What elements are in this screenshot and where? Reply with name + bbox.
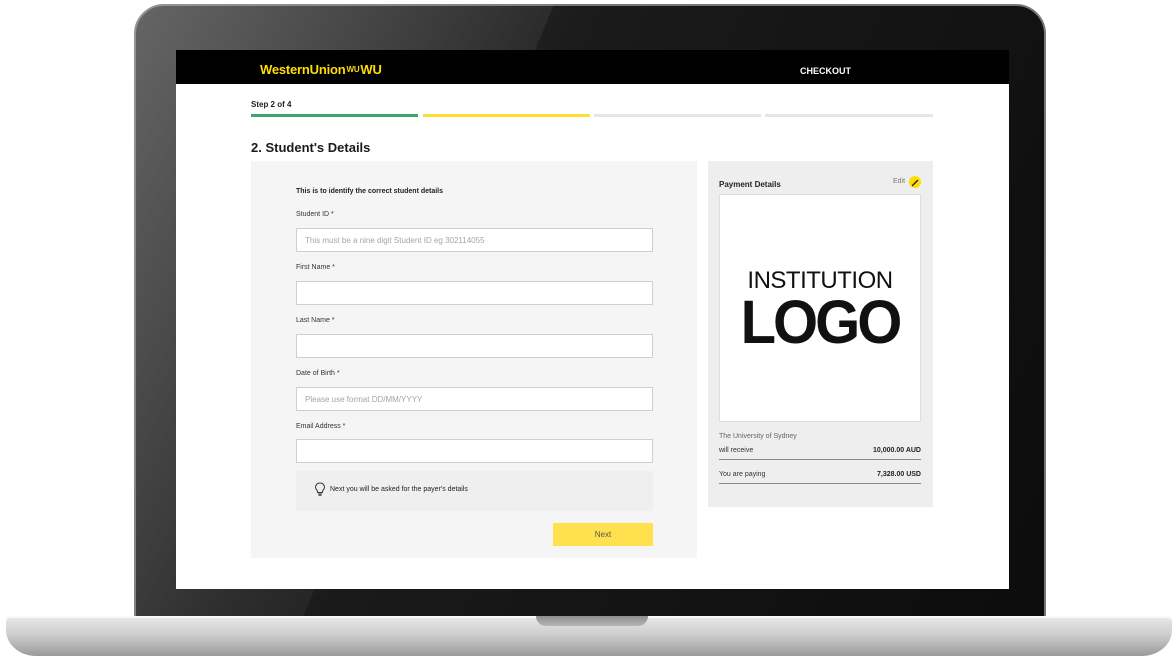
screen: WesternUnionWUWU CHECKOUT Step 2 of 4 2.… [176,50,1009,589]
email-address-label: Email Address * [296,423,346,430]
paying-amount: 7,328.00 USD [877,471,921,478]
last-name-label: Last Name * [296,317,335,324]
receive-amount: 10,000.00 AUD [873,447,921,454]
brand-text: WesternUnion [260,62,346,77]
laptop-notch [536,616,648,626]
form-intro: This is to identify the correct student … [296,188,444,195]
date-of-birth-input[interactable] [296,387,653,411]
progress-segment-1 [251,114,418,117]
brand-mark: WU [346,65,360,74]
divider [719,459,921,460]
pencil-icon[interactable] [909,176,921,188]
edit-link[interactable]: Edit [893,178,905,185]
lightbulb-icon [314,482,326,496]
date-of-birth-label: Date of Birth * [296,370,340,377]
checkout-title: CHECKOUT [800,66,851,76]
western-union-logo[interactable]: WesternUnionWUWU [260,62,382,77]
next-step-hint: Next you will be asked for the payer's d… [296,471,653,511]
progress-segment-3 [594,114,761,117]
progress-segment-2 [423,114,590,117]
payment-details-title: Payment Details [719,180,781,189]
student-id-label: Student ID * [296,211,334,218]
top-navbar: WesternUnionWUWU CHECKOUT [176,50,1009,84]
student-details-form: This is to identify the correct student … [251,161,697,558]
last-name-input[interactable] [296,334,653,358]
logo-line-2: LOGO [740,288,903,357]
first-name-label: First Name * [296,264,335,271]
step-indicator: Step 2 of 4 [251,100,292,109]
first-name-input[interactable] [296,281,653,305]
hint-text: Next you will be asked for the payer's d… [330,486,468,493]
brand-suffix: WU [360,62,382,77]
institution-logo: INSTITUTION LOGO [719,194,921,422]
progress-segment-4 [765,114,933,117]
email-address-input[interactable] [296,439,653,463]
payment-details-panel: Payment Details Edit INSTITUTION LOGO Th… [708,161,933,507]
next-button[interactable]: Next [553,523,653,546]
student-id-input[interactable] [296,228,653,252]
paying-label: You are paying [719,471,766,478]
section-title: 2. Student's Details [251,140,371,155]
institution-name: The University of Sydney [719,433,797,440]
divider [719,483,921,484]
receive-label: will receive [719,447,754,454]
